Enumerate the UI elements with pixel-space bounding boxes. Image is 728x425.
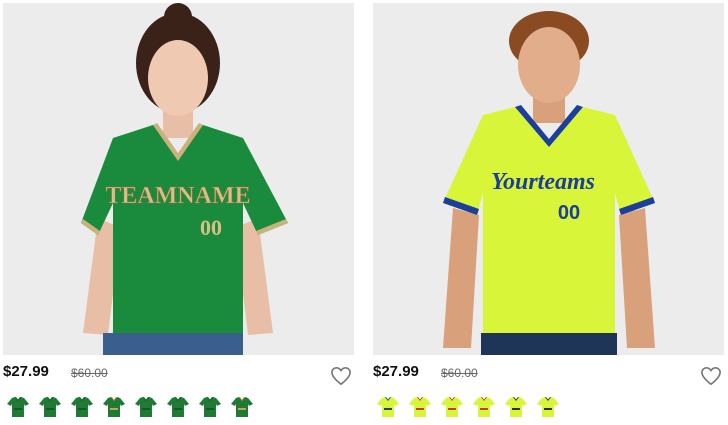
product-image[interactable]: Yourteams 00 [373,3,724,355]
jersey-thumbnail-icon [71,397,93,417]
color-swatch[interactable] [229,394,255,420]
jersey-team-text: Yourteams [491,169,595,195]
heart-outline-icon[interactable] [700,366,722,386]
color-swatch[interactable] [197,394,223,420]
jersey-thumbnail-icon [135,397,157,417]
jersey-thumbnail-icon [167,397,189,417]
jersey-thumbnail-icon [505,397,527,417]
color-swatch[interactable] [5,394,31,420]
jersey-thumbnail-icon [473,397,495,417]
color-swatch[interactable] [439,394,465,420]
color-swatch[interactable] [165,394,191,420]
price-row: $27.99 $60.00 [3,360,354,386]
color-swatch[interactable] [101,394,127,420]
jersey-number: 00 [558,202,580,224]
color-swatch[interactable] [37,394,63,420]
product-image[interactable]: TEAMNAME 00 [3,3,354,355]
heart-outline-icon[interactable] [330,366,352,386]
color-swatch[interactable] [407,394,433,420]
color-swatch[interactable] [471,394,497,420]
jersey-thumbnail-icon [103,397,125,417]
color-swatch[interactable] [503,394,529,420]
jersey-thumbnail-icon [231,397,253,417]
jersey-thumbnail-icon [409,397,431,417]
jersey-team-text: TEAMNAME [105,183,250,209]
color-swatch[interactable] [69,394,95,420]
jersey-thumbnail-icon [441,397,463,417]
color-swatches [375,394,561,424]
original-price: $60.00 [71,366,108,380]
jersey-thumbnail-icon [39,397,61,417]
jersey-number: 00 [200,215,222,240]
jersey-thumbnail-icon [537,397,559,417]
price-row: $27.99 $60.00 [373,360,724,386]
original-price: $60.00 [441,366,478,380]
sale-price: $27.99 [3,363,49,380]
sale-price: $27.99 [373,363,419,380]
color-swatch[interactable] [133,394,159,420]
jersey-thumbnail-icon [377,397,399,417]
jersey-thumbnail-icon [7,397,29,417]
jersey-thumbnail-icon [199,397,221,417]
color-swatch[interactable] [375,394,401,420]
product-card[interactable]: Yourteams 00 $27.99 $60.00 [373,0,724,425]
product-card[interactable]: TEAMNAME 00 $27.99 $60.00 [3,0,354,425]
color-swatches [5,394,255,424]
color-swatch[interactable] [535,394,561,420]
